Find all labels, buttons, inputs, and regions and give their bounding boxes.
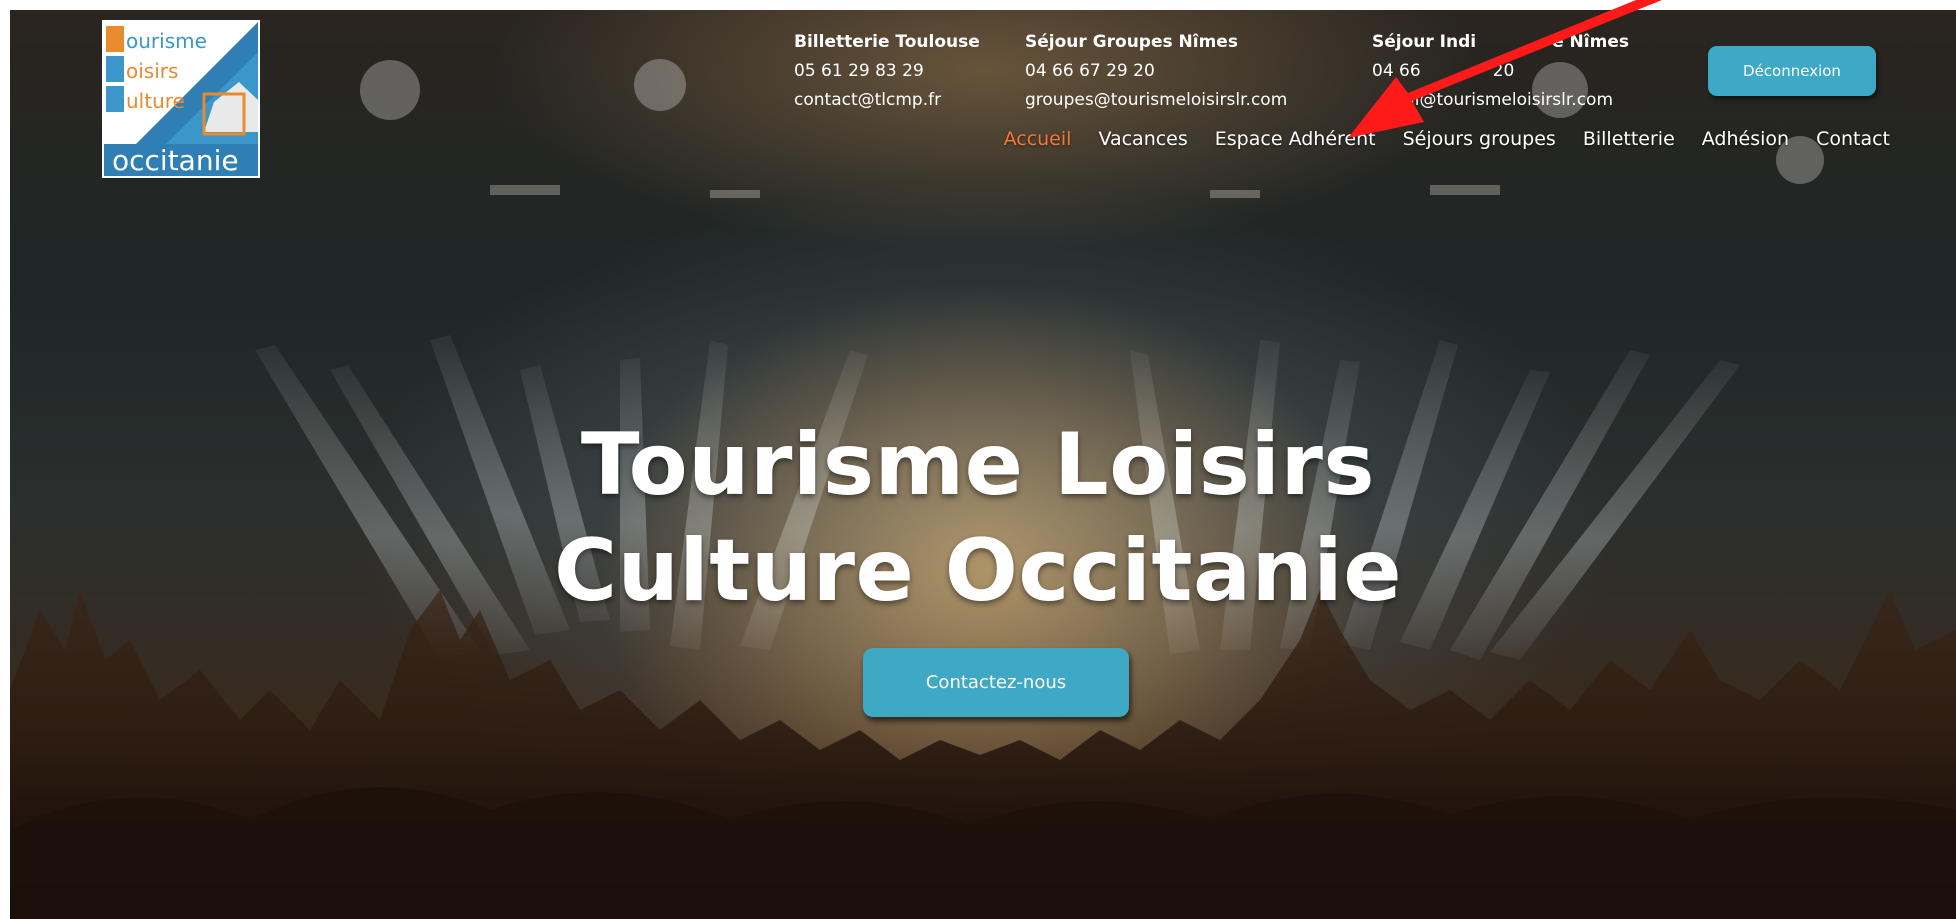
logo-line3: ulture bbox=[126, 89, 185, 113]
contact-title: Séjour Indi e Nîmes bbox=[1372, 28, 1629, 57]
contact-phone-end: 20 bbox=[1492, 61, 1515, 81]
main-nav: Accueil Vacances Espace Adhérent Séjours… bbox=[1004, 128, 1890, 150]
nav-item-espace-adherent[interactable]: Espace Adhérent bbox=[1215, 128, 1376, 150]
contact-billetterie-toulouse: Billetterie Toulouse 05 61 29 83 29 cont… bbox=[794, 28, 980, 115]
nav-item-adhesion[interactable]: Adhésion bbox=[1702, 128, 1789, 150]
hero-title-line2: Culture Occitanie bbox=[553, 521, 1403, 621]
contact-phone[interactable]: 04 66 20 bbox=[1372, 57, 1629, 86]
contact-email[interactable]: contact@tlcmp.fr bbox=[794, 86, 980, 115]
contact-email[interactable]: il@tourismeloisirslr.com bbox=[1372, 86, 1629, 115]
nav-item-billetterie[interactable]: Billetterie bbox=[1583, 128, 1675, 150]
nav-item-accueil[interactable]: Accueil bbox=[1004, 128, 1072, 150]
logo-line2: oisirs bbox=[126, 59, 178, 83]
contact-title: Séjour Groupes Nîmes bbox=[1025, 32, 1238, 52]
hero-title-line1: Tourisme Loisirs bbox=[580, 415, 1376, 515]
hero-title: Tourisme Loisirs Culture Occitanie bbox=[0, 412, 1956, 624]
contact-email-end: il@tourismeloisirslr.com bbox=[1410, 90, 1614, 110]
logo-line4: occitanie bbox=[112, 144, 239, 176]
contact-us-button[interactable]: Contactez-nous bbox=[863, 648, 1129, 717]
contact-phone[interactable]: 04 66 67 29 20 bbox=[1025, 57, 1287, 86]
logo-graphic: ourisme oisirs ulture occitanie bbox=[104, 22, 258, 176]
site-logo[interactable]: ourisme oisirs ulture occitanie bbox=[102, 20, 260, 178]
logout-button[interactable]: Déconnexion bbox=[1708, 46, 1876, 96]
contact-email[interactable]: groupes@tourismeloisirslr.com bbox=[1025, 86, 1287, 115]
contact-title-end: e Nîmes bbox=[1552, 32, 1629, 52]
logo-line1: ourisme bbox=[126, 29, 207, 53]
contact-title-start: Séjour Indi bbox=[1372, 32, 1477, 52]
nav-item-sejours-groupes[interactable]: Séjours groupes bbox=[1403, 128, 1556, 150]
contact-sejour-individuel-nimes: Séjour Indi e Nîmes 04 66 20 il@tourismelo… bbox=[1372, 28, 1629, 115]
contact-sejour-groupes-nimes: Séjour Groupes Nîmes 04 66 67 29 20 grou… bbox=[1025, 28, 1287, 115]
contact-phone[interactable]: 05 61 29 83 29 bbox=[794, 57, 980, 86]
nav-item-contact[interactable]: Contact bbox=[1816, 128, 1890, 150]
nav-item-vacances[interactable]: Vacances bbox=[1098, 128, 1187, 150]
contact-phone-start: 04 66 bbox=[1372, 61, 1421, 81]
contact-title: Billetterie Toulouse bbox=[794, 32, 980, 52]
